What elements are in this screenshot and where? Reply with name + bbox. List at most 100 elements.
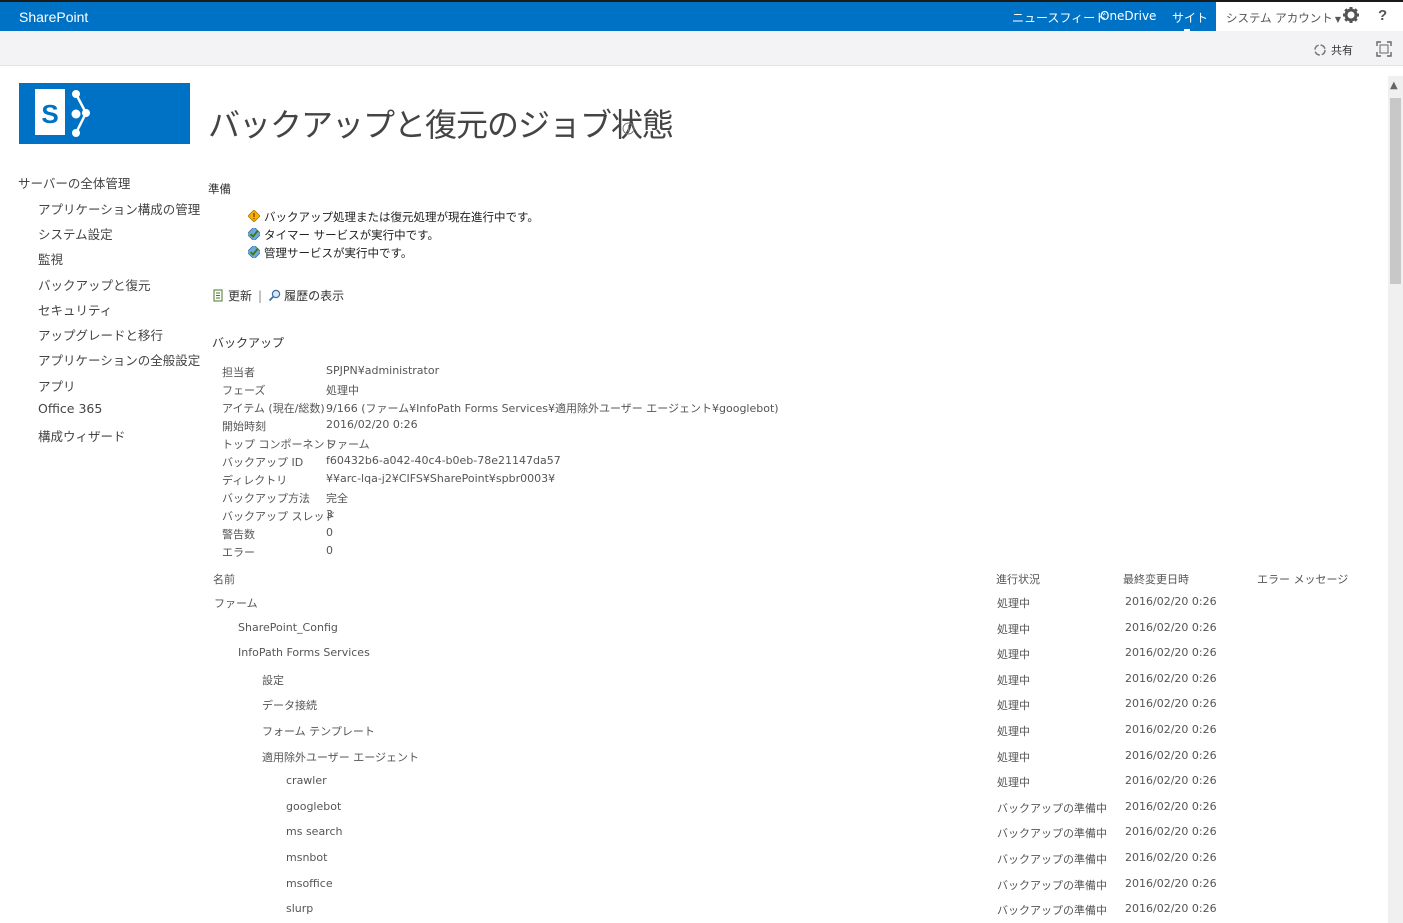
backup-field-value: 9/166 (ファーム¥InfoPath Forms Services¥適用除外… <box>326 402 779 415</box>
backup-field-value: 0 <box>326 544 333 557</box>
page-title: バックアップと復元のジョブ状態 <box>208 106 674 144</box>
column-header-modified: 最終変更日時 <box>1123 573 1189 586</box>
row-modified: 2016/02/20 0:26 <box>1125 620 1217 634</box>
nav-item-apps[interactable]: アプリ <box>38 376 76 395</box>
row-progress: バックアップの準備中 <box>997 878 1107 892</box>
nav-item-office365[interactable]: Office 365 <box>38 401 102 416</box>
view-history-label: 履歴の表示 <box>284 289 345 303</box>
nav-item-application-management[interactable]: アプリケーション構成の管理 <box>38 199 200 218</box>
check-icon <box>248 228 260 240</box>
row-progress: 処理中 <box>997 673 1030 687</box>
row-name: ms search <box>286 825 343 839</box>
backup-field-label: 警告数 <box>222 528 255 541</box>
row-name: crawler <box>286 774 327 788</box>
backup-field-label: 開始時刻 <box>222 420 266 433</box>
backup-field-value: f60432b6-a042-40c4-b0eb-78e21147da57 <box>326 454 561 467</box>
sharepoint-logo-icon: S <box>35 89 90 137</box>
nav-heading-central-admin[interactable]: サーバーの全体管理 <box>18 173 130 192</box>
backup-field-value: 処理中 <box>326 384 359 397</box>
refresh-label: 更新 <box>228 289 253 303</box>
row-name: 設定 <box>262 673 284 687</box>
prep-status-text: タイマー サービスが実行中です。 <box>264 228 440 242</box>
row-name: msnbot <box>286 851 328 864</box>
backup-field-label: バックアップ方法 <box>222 492 310 505</box>
row-progress: 処理中 <box>997 750 1030 764</box>
column-header-name: 名前 <box>213 573 235 586</box>
prep-status-item: 管理サービスが実行中です。 <box>248 245 412 261</box>
view-history-link[interactable]: 履歴の表示 <box>268 289 344 303</box>
ribbon-bar: 共有 <box>0 31 1403 66</box>
share-icon[interactable] <box>1313 43 1327 57</box>
row-progress: 処理中 <box>997 725 1030 738</box>
prep-heading: 準備 <box>208 182 231 196</box>
row-modified: 2016/02/20 0:26 <box>1125 697 1217 711</box>
gear-icon[interactable] <box>1342 6 1360 24</box>
row-progress: バックアップの準備中 <box>997 801 1107 815</box>
account-menu[interactable]: システム アカウント ▼ <box>1226 10 1341 26</box>
row-progress: 処理中 <box>997 776 1030 790</box>
column-header-progress: 進行状況 <box>996 573 1040 586</box>
row-modified: 2016/02/20 0:26 <box>1125 851 1217 864</box>
backup-field-label: ディレクトリ <box>222 474 288 487</box>
backup-field-label: アイテム (現在/総数) <box>222 402 325 415</box>
row-modified: 2016/02/20 0:26 <box>1125 902 1217 916</box>
nav-item-system-settings[interactable]: システム設定 <box>38 224 113 243</box>
row-progress: 処理中 <box>997 699 1030 713</box>
warning-icon <box>248 210 260 222</box>
vertical-scrollbar[interactable]: ▲ <box>1388 76 1403 923</box>
row-modified: 2016/02/20 0:26 <box>1125 825 1217 839</box>
sites-link[interactable]: サイト <box>1172 9 1208 26</box>
nav-item-backup-restore[interactable]: バックアップと復元 <box>38 275 151 294</box>
site-logo[interactable]: S <box>19 83 190 144</box>
backup-field-value: SPJPN¥administrator <box>326 364 440 377</box>
row-modified: 2016/02/20 0:26 <box>1125 876 1217 890</box>
row-name: フォーム テンプレート <box>262 725 375 738</box>
backup-field-label: バックアップ ID <box>222 456 304 469</box>
row-name: slurp <box>286 902 314 916</box>
column-header-error: エラー メッセージ <box>1257 573 1349 586</box>
backup-field-value: 2016/02/20 0:26 <box>326 418 418 431</box>
row-modified: 2016/02/20 0:26 <box>1125 595 1217 608</box>
scroll-up-icon[interactable]: ▲ <box>1390 80 1398 91</box>
action-separator: | <box>258 289 263 303</box>
backup-field-value: 0 <box>326 526 333 539</box>
row-modified: 2016/02/20 0:26 <box>1125 799 1217 813</box>
prep-status-text: バックアップ処理または復元処理が現在進行中です。 <box>264 210 539 224</box>
row-name: データ接続 <box>262 699 317 713</box>
svg-text:S: S <box>41 99 58 129</box>
suite-bar: SharePoint ニュースフィード OneDrive サイト システム アカ… <box>0 0 1403 31</box>
search-icon <box>268 289 281 302</box>
nav-item-security[interactable]: セキュリティ <box>38 300 112 319</box>
backup-field-label: バックアップ スレッド <box>222 510 336 523</box>
info-icon[interactable] <box>622 122 635 135</box>
account-area: システム アカウント ▼ ? <box>1216 2 1403 31</box>
row-progress: バックアップの準備中 <box>997 853 1107 866</box>
help-icon[interactable]: ? <box>1378 7 1387 24</box>
row-progress: 処理中 <box>997 648 1030 662</box>
focus-content-icon[interactable] <box>1376 41 1392 57</box>
check-icon <box>248 246 260 258</box>
backup-field-value: ¥¥arc-lqa-j2¥CIFS¥SharePoint¥spbr0003¥ <box>326 472 556 485</box>
nav-item-configuration-wizards[interactable]: 構成ウィザード <box>38 426 126 445</box>
backup-field-value: ファーム <box>326 438 370 451</box>
row-progress: 処理中 <box>997 622 1030 636</box>
row-progress: 処理中 <box>997 597 1030 610</box>
sharepoint-brand-link[interactable]: SharePoint <box>19 9 88 25</box>
row-name: msoffice <box>286 876 333 890</box>
row-name: 適用除外ユーザー エージェント <box>262 750 420 764</box>
newsfeed-link[interactable]: ニュースフィード <box>1012 9 1107 26</box>
backup-field-label: エラー <box>222 546 255 559</box>
nav-item-general-settings[interactable]: アプリケーションの全般設定 <box>38 350 200 369</box>
backup-field-value: 3 <box>326 508 333 521</box>
row-progress: バックアップの準備中 <box>997 827 1107 841</box>
onedrive-link[interactable]: OneDrive <box>1100 9 1156 23</box>
share-button[interactable]: 共有 <box>1331 42 1353 58</box>
backup-field-label: フェーズ <box>222 384 266 397</box>
row-name: ファーム <box>214 597 258 610</box>
nav-item-monitoring[interactable]: 監視 <box>38 249 63 268</box>
chevron-down-icon: ▼ <box>1334 15 1341 24</box>
row-name: SharePoint_Config <box>238 620 338 634</box>
refresh-link[interactable]: 更新 <box>212 289 252 303</box>
nav-item-upgrade-migration[interactable]: アップグレードと移行 <box>38 325 163 344</box>
scroll-thumb[interactable] <box>1390 98 1401 284</box>
